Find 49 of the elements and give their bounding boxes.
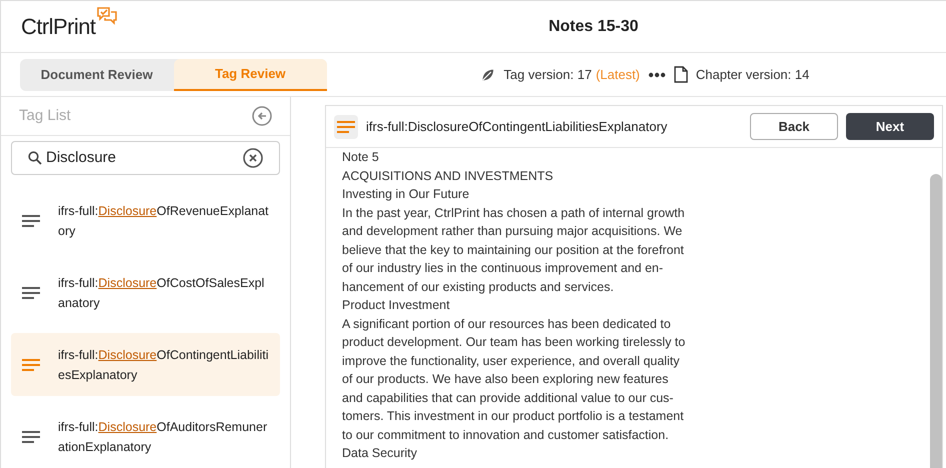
document-text-line: improve the functionality, user experience, and overall quality <box>342 352 680 370</box>
document-text-line: Investing in Our Future <box>342 186 470 203</box>
document-text-line: product development. Our team has been working tirelessly to <box>342 334 686 351</box>
document-text-line: of our industry lies in the continuous improvement and en- <box>342 260 664 277</box>
dots-icon <box>648 72 666 78</box>
lines-icon <box>22 214 40 228</box>
lines-icon <box>337 120 355 134</box>
clear-icon[interactable] <box>243 148 263 168</box>
scrollbar-thumb[interactable] <box>930 174 942 468</box>
lines-icon <box>22 430 40 444</box>
tag-list-item[interactable]: ifrs-full:DisclosureOfRevenueExplanatory <box>11 189 280 252</box>
search-field[interactable]: Disclosure <box>46 146 239 170</box>
document-text-line: and capabilities that can provide additional value to our cus- <box>342 390 674 407</box>
panel-title: Tag List <box>19 106 71 126</box>
tag-title: ifrs-full:DisclosureOfContingentLiabilitiesExplanatory <box>366 118 668 136</box>
document-text-line: In the past year, CtrlPrint has chosen a path of internal growth <box>342 204 685 222</box>
latest-label: (Latest) <box>596 66 640 84</box>
tag-list-item[interactable]: ifrs-full:DisclosureOfContingentLiabilitiesExplanatory <box>11 333 280 396</box>
document-text-line: to our commitment to innovation and customer satisfaction. <box>342 426 669 444</box>
logo-text: CtrlPrint <box>21 13 96 41</box>
document-text-line: A significant portion of our resources has been dedicated to <box>342 316 671 333</box>
document-text-line: of our products. We have also been exploring new features <box>342 371 668 388</box>
search-box[interactable]: Disclosure <box>11 141 280 175</box>
document-text-line: believe that the key to maintaining our position at the forefront <box>342 242 684 259</box>
document-text-line: Product Investment <box>342 297 450 314</box>
tag-name: ifrs-full:DisclosureOfAuditorsRemunerationExplanatory <box>58 418 268 456</box>
chapter-version-label: Chapter version: 14 <box>696 66 810 84</box>
document-text-line: Data Security <box>342 445 418 462</box>
document-text-line: Note 5 <box>342 149 379 166</box>
document-text-line: hancement of our existing products and services. <box>342 278 614 296</box>
lines-icon <box>22 286 40 300</box>
tag-list-item[interactable]: ifrs-full:DisclosureOfAuditorsRemunerationExplanatory <box>11 405 280 468</box>
next-button[interactable]: Next <box>846 113 934 140</box>
back-button[interactable]: Back <box>750 113 838 140</box>
document-text-line: ACQUISITIONS AND INVESTMENTS <box>342 168 554 184</box>
document-text-line: tomers. This investment in our product portfolio is a testament <box>342 408 684 425</box>
document-text-line: and development rather than pursuing major acquisitions. We <box>342 223 682 240</box>
tag-name: ifrs-full:DisclosureOfCostOfSalesExplanatory <box>58 274 266 312</box>
tab[interactable]: Document Review <box>20 58 174 90</box>
chat-bubbles-logo-icon <box>96 6 118 26</box>
leaf-icon <box>480 66 496 82</box>
search-icon <box>28 151 42 166</box>
lines-icon <box>22 358 40 372</box>
page-title: Notes 15-30 <box>548 18 638 34</box>
tag-list-item[interactable]: ifrs-full:DisclosureOfCostOfSalesExplanatory <box>11 261 280 324</box>
document-icon <box>674 66 688 83</box>
tag-name: ifrs-full:DisclosureOfRevenueExplanatory <box>58 202 270 240</box>
tag-version-label: Tag version: 17 <box>504 66 592 84</box>
tag-name: ifrs-full:DisclosureOfContingentLiabilitiesExplanatory <box>58 346 270 384</box>
